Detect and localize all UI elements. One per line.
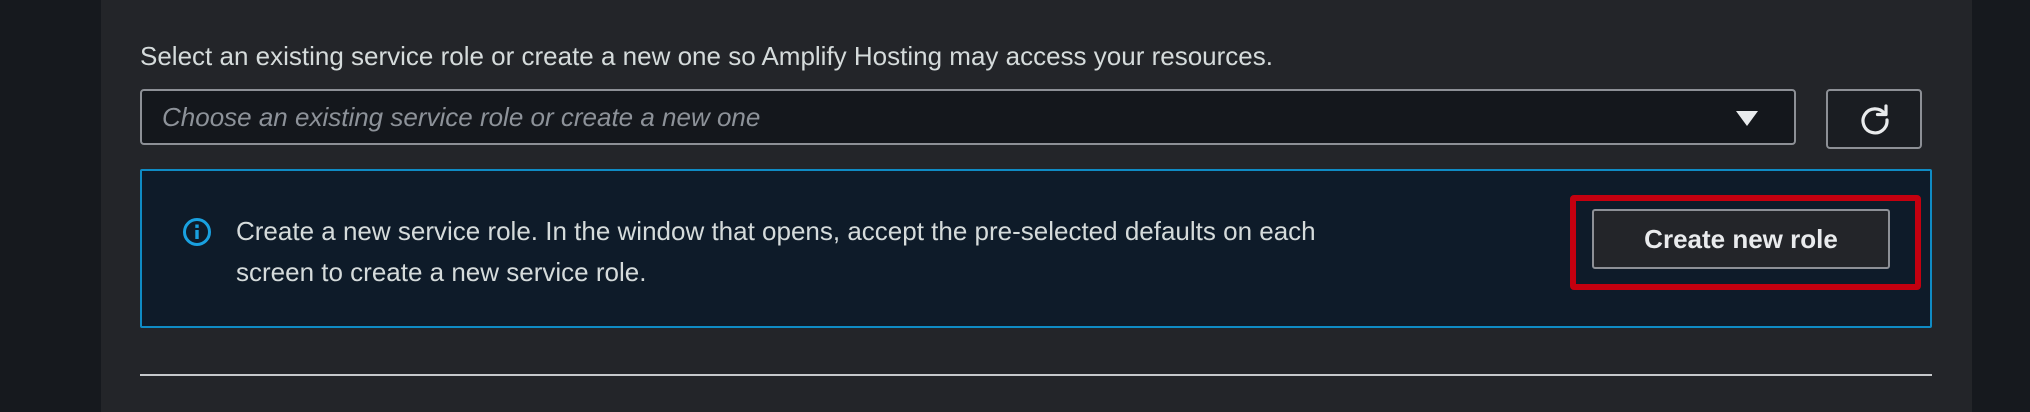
- create-new-role-button[interactable]: Create new role: [1592, 209, 1890, 269]
- info-alert-message: Create a new service role. In the window…: [236, 216, 1316, 287]
- caret-down-icon: [1736, 111, 1758, 126]
- info-icon: [183, 218, 211, 246]
- section-divider: [140, 374, 1932, 376]
- refresh-button[interactable]: [1826, 89, 1922, 149]
- service-role-select-placeholder: Choose an existing service role or creat…: [162, 102, 761, 132]
- refresh-icon: [1861, 104, 1889, 135]
- right-gutter: [1972, 0, 2030, 412]
- left-gutter: [0, 0, 101, 412]
- service-role-description: Select an existing service role or creat…: [140, 41, 1273, 71]
- service-role-select[interactable]: Choose an existing service role or creat…: [140, 89, 1796, 145]
